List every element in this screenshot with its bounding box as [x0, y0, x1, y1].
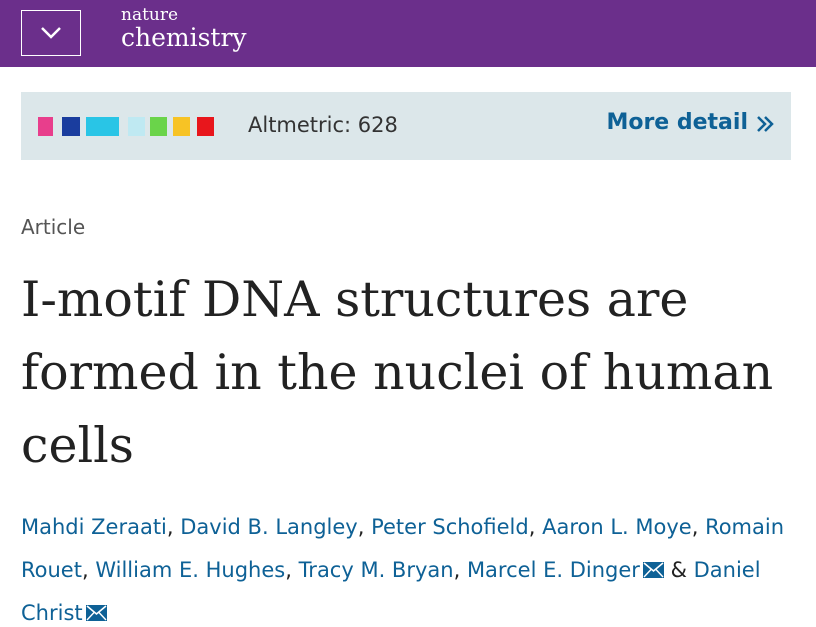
email-icon[interactable]: [642, 562, 664, 578]
altmetric-color-segment: [173, 117, 190, 136]
altmetric-color-segment: [150, 117, 167, 136]
author-separator: ,: [285, 558, 299, 582]
menu-toggle-button[interactable]: [21, 10, 81, 56]
author-separator: ,: [166, 515, 181, 539]
altmetric-color-segment: [128, 117, 145, 136]
author-separator: ,: [528, 515, 543, 539]
author-link[interactable]: Mahdi Zeraati: [21, 515, 167, 539]
article-title: I-motif DNA structures are formed in the…: [21, 271, 774, 474]
logo-nature: nature: [121, 5, 179, 25]
logo-chemistry: chemistry: [121, 23, 247, 52]
double-chevron-right-icon: [757, 116, 774, 132]
article-type: Article: [21, 215, 86, 239]
author-separator: ,: [81, 558, 96, 582]
author-separator-ampersand: &: [663, 558, 694, 582]
author-separator: ,: [357, 515, 372, 539]
more-detail-link[interactable]: More detail: [606, 110, 775, 135]
author-link[interactable]: Tracy M. Bryan: [299, 558, 454, 582]
more-detail-label: More detail: [606, 110, 748, 135]
author-link[interactable]: David B. Langley: [180, 515, 357, 539]
altmetric-color-segment: [38, 117, 53, 136]
email-icon[interactable]: [85, 605, 107, 621]
altmetric-color-segment: [197, 117, 214, 136]
author-separator: ,: [691, 515, 706, 539]
altmetric-score: Altmetric: 628: [248, 113, 398, 137]
author-link[interactable]: Peter Schofield: [371, 515, 529, 539]
author-link[interactable]: Marcel E. Dinger: [467, 558, 640, 582]
author-link[interactable]: Aaron L. Moye: [542, 515, 692, 539]
altmetric-color-segment: [62, 117, 80, 136]
author-list: Mahdi Zeraati, David B. Langley, Peter S…: [21, 506, 811, 627]
journal-logo[interactable]: nature chemistry: [121, 5, 247, 52]
altmetric-bar: Altmetric: 628 More detail: [21, 92, 791, 160]
site-header: nature chemistry: [0, 0, 816, 67]
author-separator: ,: [453, 558, 467, 582]
altmetric-color-segment: [86, 117, 119, 136]
chevron-down-icon: [41, 27, 61, 39]
altmetric-badge[interactable]: [38, 117, 218, 136]
author-link[interactable]: William E. Hughes: [95, 558, 285, 582]
